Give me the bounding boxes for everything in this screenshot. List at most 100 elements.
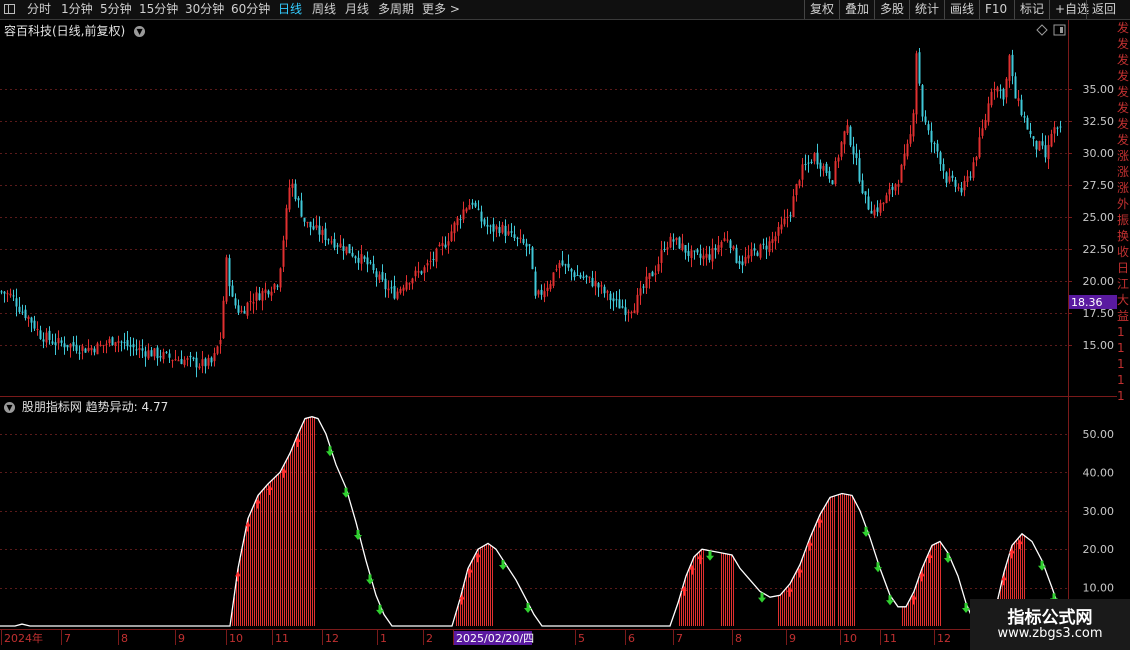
- candle-body: [615, 299, 618, 301]
- period-tab-5min[interactable]: 5分钟: [100, 0, 132, 19]
- period-tab-multi[interactable]: 多周期: [378, 0, 414, 19]
- period-tab-1min[interactable]: 1分钟: [61, 0, 93, 19]
- period-tab-daily[interactable]: 日线: [278, 0, 302, 19]
- candle-body: [504, 225, 507, 236]
- candle-body: [960, 187, 963, 193]
- candle-body: [210, 357, 213, 363]
- candle-body: [294, 183, 297, 200]
- candle-body: [1017, 98, 1020, 101]
- candle-body: [852, 146, 855, 155]
- side-panel-char: 1: [1117, 341, 1125, 355]
- candle-body: [975, 157, 978, 161]
- candle-body: [597, 283, 600, 288]
- candle-body: [624, 307, 627, 315]
- candle-body: [348, 244, 351, 254]
- candle-body: [375, 271, 378, 278]
- indicator-title-text: 股朋指标网 趋势异动:: [21, 400, 138, 414]
- candle-body: [861, 180, 864, 194]
- candle-body: [561, 260, 564, 266]
- candle-body: [390, 287, 393, 289]
- candle-body: [750, 249, 753, 257]
- candle-body: [600, 285, 603, 287]
- candle-body: [87, 347, 90, 351]
- window-toggle-icon[interactable]: [4, 4, 15, 14]
- candle-body: [468, 205, 471, 210]
- candle-body: [288, 187, 291, 210]
- candle-body: [867, 196, 870, 210]
- price-axis-label: 32.50: [1083, 115, 1115, 128]
- statistics-button[interactable]: 统计: [909, 0, 944, 19]
- candle-body: [768, 241, 771, 252]
- candle-body: [444, 244, 447, 248]
- candle-body: [312, 226, 315, 230]
- candle-body: [972, 162, 975, 178]
- mark-button[interactable]: 标记: [1014, 0, 1049, 19]
- candle-body: [1032, 136, 1035, 139]
- candle-body: [672, 239, 675, 242]
- candle-body: [762, 243, 765, 245]
- candle-body: [474, 202, 477, 207]
- candle-body: [105, 343, 108, 345]
- candle-body: [726, 239, 729, 241]
- candle-body: [216, 346, 219, 354]
- period-tab-weekly[interactable]: 周线: [312, 0, 336, 19]
- candle-body: [117, 341, 120, 343]
- candle-body: [1056, 127, 1059, 129]
- candle-body: [327, 239, 330, 241]
- candle-body: [342, 246, 345, 251]
- candle-body: [237, 305, 240, 313]
- date-axis-label: 1: [380, 632, 387, 645]
- candle-body: [747, 255, 750, 259]
- side-panel-char: 1: [1117, 357, 1125, 371]
- date-axis-label: 8: [735, 632, 742, 645]
- candle-body: [1041, 141, 1044, 146]
- draw-line-button[interactable]: 画线: [944, 0, 979, 19]
- candle-body: [621, 306, 624, 308]
- candle-body: [258, 293, 261, 300]
- candle-body: [573, 272, 576, 278]
- period-tab-monthly[interactable]: 月线: [345, 0, 369, 19]
- side-panel-char: 发: [1117, 101, 1130, 115]
- indicator-title: ▼ 股朋指标网 趋势异动: 4.77: [4, 398, 168, 415]
- chevron-down-icon[interactable]: ▼: [134, 26, 146, 37]
- candle-body: [399, 289, 402, 293]
- multi-stock-button[interactable]: 多股: [874, 0, 909, 19]
- candle-body: [195, 357, 198, 368]
- candle-body: [228, 258, 231, 287]
- chart-area[interactable]: 35.0032.5030.0027.5025.0022.5020.0017.50…: [0, 20, 1117, 650]
- candle-body: [618, 299, 621, 309]
- overlay-button[interactable]: 叠加: [839, 0, 874, 19]
- date-axis-label: 7: [64, 632, 71, 645]
- add-watchlist-button[interactable]: +自选: [1049, 0, 1089, 19]
- candle-body: [816, 152, 819, 165]
- candle-body: [735, 247, 738, 263]
- candle-body: [408, 283, 411, 285]
- candle-body: [435, 248, 438, 262]
- back-button[interactable]: 返回: [1086, 0, 1121, 19]
- candle-body: [63, 343, 66, 348]
- down-arrow-icon: [944, 553, 952, 564]
- f10-button[interactable]: F10: [979, 0, 1014, 19]
- period-tab-more[interactable]: 更多 >: [422, 0, 460, 19]
- candle-body: [1002, 89, 1005, 100]
- candle-body: [411, 278, 414, 284]
- period-tab-intraday[interactable]: 分时: [27, 0, 51, 19]
- candle-body: [894, 184, 897, 191]
- candle-body: [522, 238, 525, 244]
- candle-body: [936, 143, 939, 152]
- period-tab-15min[interactable]: 15分钟: [139, 0, 178, 19]
- restore-rights-button[interactable]: 复权: [804, 0, 839, 19]
- candle-body: [225, 257, 228, 302]
- candle-body: [99, 344, 102, 346]
- period-tab-60min[interactable]: 60分钟: [231, 0, 270, 19]
- candle-body: [792, 196, 795, 218]
- candle-body: [180, 359, 183, 364]
- candle-body: [30, 317, 33, 323]
- candle-body: [555, 269, 558, 271]
- period-tab-30min[interactable]: 30分钟: [185, 0, 224, 19]
- candle-body: [357, 257, 360, 263]
- chevron-down-icon[interactable]: ▼: [4, 402, 15, 413]
- indicator-axis-label: 50.00: [1083, 428, 1115, 441]
- candle-body: [588, 276, 591, 278]
- candle-body: [900, 164, 903, 183]
